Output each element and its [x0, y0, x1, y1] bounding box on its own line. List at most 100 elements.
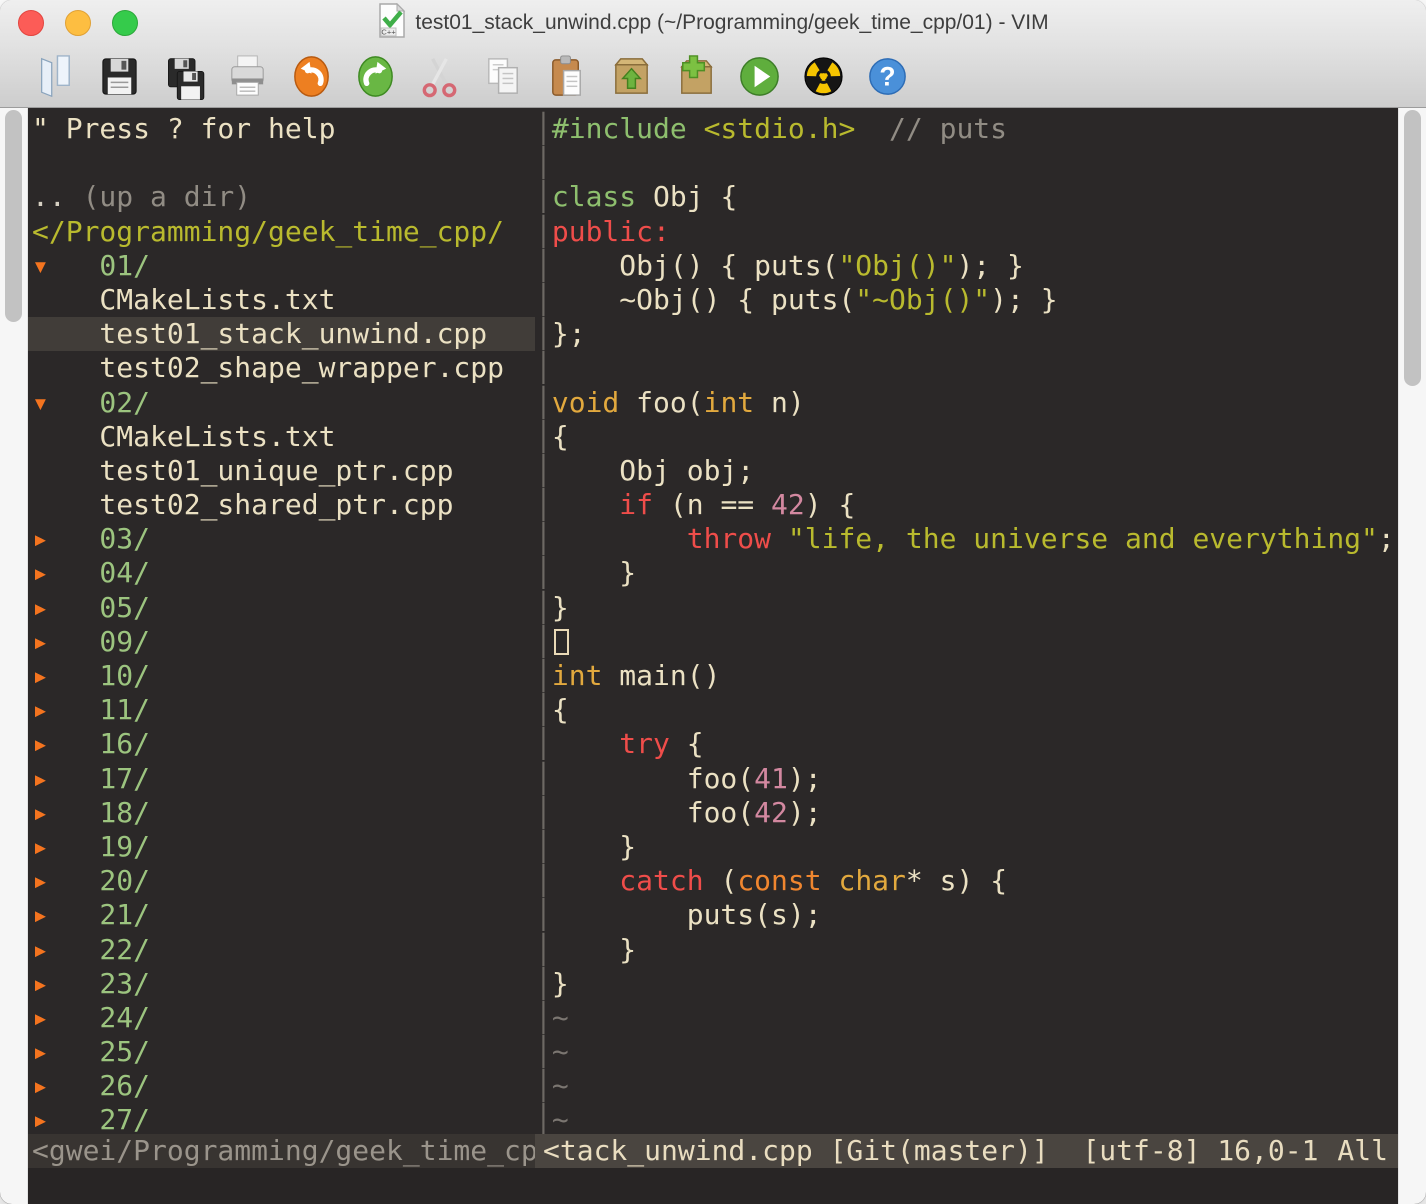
- code-scrollbar-thumb[interactable]: [1404, 110, 1421, 386]
- tree-dir-10[interactable]: ▸ 10/: [28, 659, 535, 693]
- tree-dir-24[interactable]: ▸ 24/: [28, 1001, 535, 1035]
- code-line[interactable]: │class Obj {: [535, 180, 1398, 214]
- tree-dir-16[interactable]: ▸ 16/: [28, 727, 535, 761]
- tree-file-test02_shared_ptr.cpp[interactable]: test02_shared_ptr.cpp: [28, 488, 535, 522]
- load-session-icon: [608, 53, 655, 100]
- tree-file-test01_stack_unwind.cpp[interactable]: test01_stack_unwind.cpp: [28, 317, 535, 351]
- titlebar: C++ test01_stack_unwind.cpp (~/Programmi…: [0, 0, 1426, 46]
- empty-buffer-line: │~: [535, 1103, 1398, 1134]
- code-line[interactable]: │ foo(41);: [535, 762, 1398, 796]
- empty-buffer-line: │~: [535, 1001, 1398, 1035]
- window-chrome: C++ test01_stack_unwind.cpp (~/Programmi…: [0, 0, 1426, 108]
- help-icon: ?: [864, 53, 911, 100]
- code-line[interactable]: │ Obj() { puts("Obj()"); }: [535, 249, 1398, 283]
- code-line[interactable]: │ if (n == 42) {: [535, 488, 1398, 522]
- tree-dir-02[interactable]: ▾ 02/: [28, 386, 535, 420]
- load-session-button[interactable]: [606, 51, 657, 103]
- code-line[interactable]: │ }: [535, 830, 1398, 864]
- make-icon: [800, 53, 847, 100]
- close-button[interactable]: [18, 10, 44, 36]
- code-scrollbar[interactable]: [1398, 108, 1426, 1204]
- tree-root-path[interactable]: </Programming/geek_time_cpp/: [28, 215, 535, 249]
- tree-file-test02_shape_wrapper.cpp[interactable]: test02_shape_wrapper.cpp: [28, 351, 535, 385]
- print-button[interactable]: [222, 51, 273, 103]
- tree-dir-18[interactable]: ▸ 18/: [28, 796, 535, 830]
- cut-icon: [416, 53, 463, 100]
- save-all-button[interactable]: [158, 51, 209, 103]
- code-line[interactable]: │{: [535, 420, 1398, 454]
- code-line[interactable]: │ foo(42);: [535, 796, 1398, 830]
- code-line[interactable]: │ }: [535, 556, 1398, 590]
- tree-file-CMakeLists.txt[interactable]: CMakeLists.txt: [28, 420, 535, 454]
- undo-icon: [288, 53, 335, 100]
- code-line[interactable]: │void foo(int n): [535, 386, 1398, 420]
- tree-dir-27[interactable]: ▸ 27/: [28, 1103, 535, 1134]
- tree-dir-03[interactable]: ▸ 03/: [28, 522, 535, 556]
- code-line[interactable]: │public:: [535, 215, 1398, 249]
- tree-dir-01[interactable]: ▾ 01/: [28, 249, 535, 283]
- tree-dir-25[interactable]: ▸ 25/: [28, 1035, 535, 1069]
- status-gap: [1049, 1134, 1083, 1168]
- tree-file-test01_unique_ptr.cpp[interactable]: test01_unique_ptr.cpp: [28, 454, 535, 488]
- zoom-button[interactable]: [112, 10, 138, 36]
- statusline: <gwei/Programming/geek_time_cpp <tack_un…: [28, 1134, 1398, 1168]
- tree-dir-22[interactable]: ▸ 22/: [28, 933, 535, 967]
- save-button[interactable]: [94, 51, 145, 103]
- redo-button[interactable]: [350, 51, 401, 103]
- tree-dir-26[interactable]: ▸ 26/: [28, 1069, 535, 1103]
- tree-dir-11[interactable]: ▸ 11/: [28, 693, 535, 727]
- tree-up-a-dir[interactable]: .. (up a dir): [28, 180, 535, 214]
- code-line[interactable]: │: [535, 146, 1398, 180]
- tree-scrollbar[interactable]: [0, 108, 28, 1204]
- command-line-area[interactable]: [28, 1168, 1398, 1204]
- tree-dir-04[interactable]: ▸ 04/: [28, 556, 535, 590]
- tree-dir-21[interactable]: ▸ 21/: [28, 898, 535, 932]
- tree-scrollbar-thumb[interactable]: [5, 110, 22, 322]
- statusline-active: <tack_unwind.cpp [Git(master)] [utf-8] 1…: [535, 1134, 1398, 1168]
- code-line[interactable]: │: [535, 351, 1398, 385]
- code-line[interactable]: │ try {: [535, 727, 1398, 761]
- tree-help-line[interactable]: " Press ? for help: [28, 112, 535, 146]
- empty-buffer-line: │~: [535, 1069, 1398, 1103]
- code-line[interactable]: │}: [535, 967, 1398, 1001]
- tree-dir-23[interactable]: ▸ 23/: [28, 967, 535, 1001]
- code-line[interactable]: │ catch (const char* s) {: [535, 864, 1398, 898]
- code-line[interactable]: │: [535, 625, 1398, 659]
- make-button[interactable]: [798, 51, 849, 103]
- cut-button[interactable]: [414, 51, 465, 103]
- code-line[interactable]: │ Obj obj;: [535, 454, 1398, 488]
- paste-button[interactable]: [542, 51, 593, 103]
- code-line[interactable]: │#include <stdio.h> // puts: [535, 112, 1398, 146]
- tree-dir-19[interactable]: ▸ 19/: [28, 830, 535, 864]
- code-line[interactable]: │ }: [535, 933, 1398, 967]
- minimize-button[interactable]: [65, 10, 91, 36]
- editor-content: " Press ? for help .. (up a dir)</Program…: [0, 108, 1426, 1204]
- status-filename-git: <tack_unwind.cpp [Git(master)]: [543, 1134, 1049, 1168]
- status-scroll-indicator: All: [1337, 1134, 1388, 1168]
- print-icon: [224, 53, 271, 100]
- document-icon: C++: [377, 3, 407, 44]
- code-line[interactable]: │}: [535, 591, 1398, 625]
- code-line[interactable]: │ puts(s);: [535, 898, 1398, 932]
- open-icon: [32, 53, 79, 100]
- open-button[interactable]: [30, 51, 81, 103]
- run-script-button[interactable]: [734, 51, 785, 103]
- empty-buffer-line: │~: [535, 1035, 1398, 1069]
- code-line[interactable]: │ ~Obj() { puts("~Obj()"); }: [535, 283, 1398, 317]
- code-line[interactable]: │int main(): [535, 659, 1398, 693]
- tree-dir-17[interactable]: ▸ 17/: [28, 762, 535, 796]
- undo-button[interactable]: [286, 51, 337, 103]
- save-session-button[interactable]: [670, 51, 721, 103]
- tree-dir-05[interactable]: ▸ 05/: [28, 591, 535, 625]
- tree-dir-20[interactable]: ▸ 20/: [28, 864, 535, 898]
- tree-dir-09[interactable]: ▸ 09/: [28, 625, 535, 659]
- code-line[interactable]: │};: [535, 317, 1398, 351]
- help-button[interactable]: ?: [862, 51, 913, 103]
- vim-editor: " Press ? for help .. (up a dir)</Program…: [28, 108, 1398, 1204]
- code-line[interactable]: │ throw "life, the universe and everythi…: [535, 522, 1398, 556]
- traffic-lights: [18, 10, 138, 36]
- tree-file-CMakeLists.txt[interactable]: CMakeLists.txt: [28, 283, 535, 317]
- code-line[interactable]: │{: [535, 693, 1398, 727]
- copy-button[interactable]: [478, 51, 529, 103]
- svg-text:?: ?: [879, 61, 895, 91]
